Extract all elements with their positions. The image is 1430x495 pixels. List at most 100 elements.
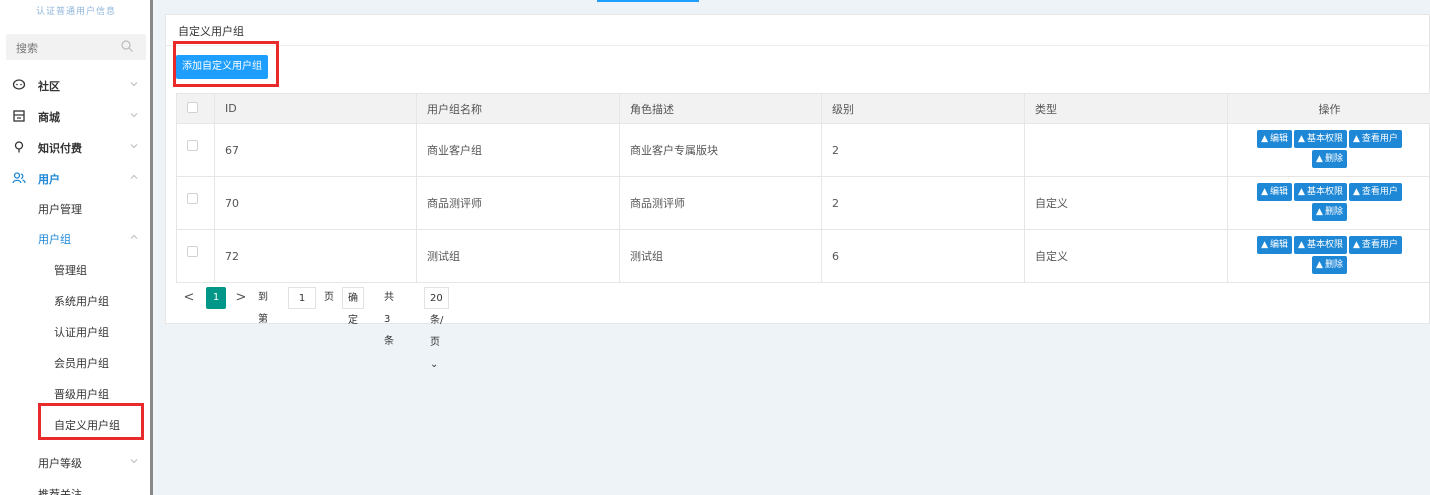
cell-level: 2	[821, 123, 1025, 177]
sidebar-item-label: 社区	[38, 80, 60, 93]
view-users-label: 查看用户	[1361, 134, 1398, 144]
table-row: 72 测试组 测试组 6 自定义 ▲ 编辑 ▲ 基本权限 ▲ 查看用户 ▲ 删除	[176, 229, 1430, 283]
permissions-button[interactable]: ▲ 基本权限	[1294, 183, 1347, 201]
logo: 认证普通用户信息	[36, 7, 117, 17]
delete-label: 删除	[1324, 207, 1343, 217]
sidebar-item-mall[interactable]: 商城	[0, 101, 150, 131]
chevron-down-icon	[130, 113, 138, 118]
highlight-box	[38, 403, 144, 440]
delete-button[interactable]: ▲ 删除	[1312, 203, 1347, 221]
permissions-button[interactable]: ▲ 基本权限	[1294, 236, 1347, 254]
row-checkbox[interactable]	[187, 246, 198, 257]
current-page[interactable]: 1	[206, 287, 226, 309]
page-title: 自定义用户组	[178, 25, 244, 38]
permissions-label: 基本权限	[1306, 134, 1343, 144]
bulb-icon	[14, 141, 24, 153]
warning-icon: ▲	[1352, 240, 1360, 250]
sidebar-item-member-group[interactable]: 会员用户组	[0, 347, 150, 377]
warning-icon: ▲	[1261, 187, 1269, 197]
view-users-button[interactable]: ▲ 查看用户	[1348, 183, 1402, 201]
search-icon	[121, 40, 133, 52]
chevron-up-icon	[130, 174, 138, 179]
sidebar-item-community[interactable]: 社区	[0, 70, 150, 100]
delete-button[interactable]: ▲ 删除	[1312, 256, 1347, 274]
warning-icon: ▲	[1352, 134, 1360, 144]
warning-icon: ▲	[1316, 260, 1323, 270]
total-count: 共 3 条	[384, 292, 394, 347]
goto-page-input[interactable]: 1	[288, 287, 316, 309]
sidebar-item-admin-group[interactable]: 管理组	[0, 254, 150, 284]
cell-type	[1024, 123, 1228, 177]
sidebar-item-label: 用户等级	[38, 457, 82, 470]
edit-button[interactable]: ▲ 编辑	[1257, 183, 1293, 201]
edit-label: 编辑	[1270, 187, 1289, 197]
sidebar-item-recommend-follow[interactable]: 推荐关注	[0, 478, 150, 495]
table-row: 70 商品测评师 商品测评师 2 自定义 ▲ 编辑 ▲ 基本权限 ▲ 查看用户 ▲ 删除	[176, 176, 1430, 230]
column-header: 用户组名称	[416, 93, 620, 124]
group-table: ID 用户组名称 角色描述 级别 类型 操作 67 商业客户组 商业客户专属版块…	[176, 93, 1430, 283]
row-select-cell[interactable]	[176, 229, 215, 283]
warning-icon: ▲	[1316, 154, 1323, 164]
sidebar-item-user-level[interactable]: 用户等级	[0, 447, 150, 477]
sidebar-item-verified-group[interactable]: 认证用户组	[0, 316, 150, 346]
column-header: 操作	[1227, 93, 1430, 124]
cell-id: 72	[214, 229, 417, 283]
chevron-down-icon: ⌄	[430, 359, 439, 370]
sidebar-item-label: 用户	[38, 173, 60, 186]
divider	[166, 45, 1430, 46]
sidebar-item-user-group[interactable]: 用户组	[0, 223, 150, 253]
row-checkbox[interactable]	[187, 140, 198, 151]
sidebar-item-knowledge-pay[interactable]: 知识付费	[0, 132, 150, 162]
users-icon	[12, 172, 26, 184]
row-select-cell[interactable]	[176, 176, 215, 230]
sidebar-item-label: 推荐关注	[38, 488, 82, 495]
warning-icon: ▲	[1298, 134, 1305, 144]
view-users-button[interactable]: ▲ 查看用户	[1348, 130, 1402, 148]
cell-desc: 商业客户专属版块	[619, 123, 822, 177]
page-size-value: 20 条/页	[430, 293, 444, 348]
column-header: 类型	[1024, 93, 1228, 124]
permissions-label: 基本权限	[1306, 240, 1343, 250]
cell-name: 测试组	[416, 229, 620, 283]
sidebar-item-system-group[interactable]: 系统用户组	[0, 285, 150, 315]
view-users-button[interactable]: ▲ 查看用户	[1348, 236, 1402, 254]
sidebar-item-user-management[interactable]: 用户管理	[0, 193, 150, 223]
cell-actions: ▲ 编辑 ▲ 基本权限 ▲ 查看用户 ▲ 删除	[1227, 123, 1430, 177]
sidebar-search[interactable]: 搜索	[6, 34, 146, 60]
main-panel: 自定义用户组 添加自定义用户组 ID 用户组名称 角色描述 级别 类型 操作 6…	[165, 14, 1430, 370]
cell-type: 自定义	[1024, 176, 1228, 230]
sidebar-item-label: 晋级用户组	[54, 388, 109, 401]
row-select-cell[interactable]	[176, 123, 215, 177]
cell-level: 2	[821, 176, 1025, 230]
warning-icon: ▲	[1261, 134, 1269, 144]
search-input[interactable]: 搜索	[16, 40, 38, 56]
goto-confirm-button[interactable]: 确定	[342, 287, 364, 326]
cell-actions: ▲ 编辑 ▲ 基本权限 ▲ 查看用户 ▲ 删除	[1227, 176, 1430, 230]
warning-icon: ▲	[1298, 240, 1305, 250]
cell-id: 70	[214, 176, 417, 230]
warning-icon: ▲	[1261, 240, 1269, 250]
page-size-select[interactable]: 20 条/页 ⌄	[424, 287, 450, 370]
select-all-checkbox[interactable]	[187, 101, 198, 113]
cell-name: 商品测评师	[416, 176, 620, 230]
permissions-button[interactable]: ▲ 基本权限	[1294, 130, 1347, 148]
select-all-cell[interactable]	[176, 93, 215, 124]
cell-desc: 测试组	[619, 229, 822, 283]
next-page-button[interactable]: >	[234, 287, 248, 309]
sidebar-divider[interactable]	[150, 0, 153, 495]
prev-page-button[interactable]: <	[182, 287, 196, 309]
edit-button[interactable]: ▲ 编辑	[1257, 236, 1293, 254]
delete-button[interactable]: ▲ 删除	[1312, 150, 1347, 168]
cell-desc: 商品测评师	[619, 176, 822, 230]
delete-label: 删除	[1324, 260, 1343, 270]
highlight-box	[173, 41, 279, 87]
cell-id: 67	[214, 123, 417, 177]
sidebar-item-users[interactable]: 用户	[0, 163, 150, 193]
column-header: ID	[214, 93, 417, 124]
edit-label: 编辑	[1270, 134, 1289, 144]
column-header: 角色描述	[619, 93, 822, 124]
edit-button[interactable]: ▲ 编辑	[1257, 130, 1293, 148]
warning-icon: ▲	[1352, 187, 1360, 197]
row-checkbox[interactable]	[187, 193, 198, 204]
table-header-row: ID 用户组名称 角色描述 级别 类型 操作	[176, 93, 1430, 124]
